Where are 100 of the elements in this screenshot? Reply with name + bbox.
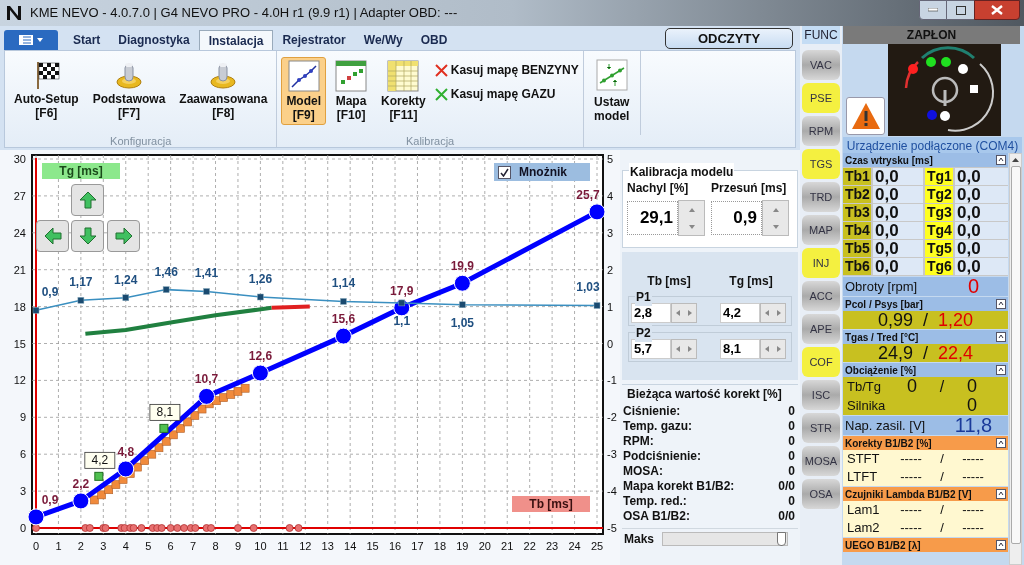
function-button[interactable]: INJ (802, 248, 840, 278)
section-header[interactable]: Pcol / Psys [bar] (843, 297, 1008, 311)
warning-button[interactable] (846, 97, 885, 135)
tick-label: 30 (13, 153, 26, 165)
arrow-down-button[interactable] (71, 220, 104, 252)
function-button[interactable]: ACC (802, 281, 840, 311)
number-field[interactable]: 0,9 (711, 201, 762, 235)
collapse-icon (996, 489, 1006, 499)
ribbon-tab[interactable]: Rejestrator (273, 30, 355, 50)
ribbon-button[interactable]: Podstawowa [F7] (87, 57, 171, 123)
section-header[interactable]: Obciążenie [%] (843, 363, 1008, 377)
spin-buttons[interactable] (760, 303, 786, 323)
data-label: 1,14 (331, 276, 356, 291)
reading-label: Nap. zasil. [V] (845, 416, 927, 435)
load-label: Tb/Tg (847, 377, 882, 396)
set-model-button[interactable]: Ustaw model (589, 59, 634, 123)
correction-value: 0 (788, 417, 796, 435)
delete-map-button[interactable]: Kasuj mapę GAZU (434, 85, 579, 103)
arrow-up-button[interactable] (71, 184, 104, 216)
minimize-icon (928, 8, 938, 12)
function-button[interactable]: COF (802, 347, 840, 377)
reading-value: ----- (961, 450, 985, 469)
section-header[interactable]: Korekty B1/B2 [%] (843, 436, 1008, 450)
multiplier-point (398, 299, 405, 307)
data-label: 1,05 (450, 315, 475, 330)
sample-point (140, 456, 149, 465)
right-arrow-icon (688, 310, 692, 316)
injector-value: 0,0 (955, 186, 1008, 203)
ribbon-button[interactable]: Korekty [F11] (376, 57, 431, 125)
tick-label: 3 (100, 540, 107, 552)
section-header[interactable]: Czujniki Lambda B1/B2 [V] (843, 487, 1008, 501)
spin-buttons[interactable] (760, 339, 786, 359)
maximize-button[interactable] (947, 0, 974, 20)
spin-buttons[interactable] (762, 200, 789, 236)
section-header[interactable]: Czas wtrysku [ms] (843, 153, 1008, 167)
function-button[interactable]: TRD (802, 182, 840, 212)
section-header[interactable]: Tgas / Tred [°C] (843, 330, 1008, 344)
spin-buttons[interactable] (678, 200, 705, 236)
ribbon-button[interactable]: Mapa [F10] (330, 57, 373, 125)
spin-buttons[interactable] (671, 303, 697, 323)
correction-label: Mapa korekt B1/B2: (623, 477, 735, 495)
correction-label: Temp. red.: (623, 493, 687, 510)
readings-button[interactable]: ODCZYTY (665, 28, 793, 49)
spin-buttons[interactable] (671, 339, 697, 359)
value-field[interactable]: 4,2 (720, 303, 760, 323)
collapse-icon (996, 155, 1006, 165)
function-button[interactable]: APE (802, 314, 840, 344)
collapse-icon (996, 438, 1006, 448)
function-button[interactable]: TGS (802, 149, 840, 179)
slider-thumb[interactable] (777, 531, 787, 546)
scrollbar[interactable] (1009, 153, 1022, 565)
multiplier-checkbox[interactable] (498, 165, 511, 179)
tick-label: 2 (607, 263, 614, 276)
ribbon-button[interactable]: Zaawansowana [F8] (174, 57, 273, 123)
section-header[interactable]: UEGO B1/B2 [λ] (843, 538, 1008, 552)
ribbon-button[interactable]: Model [F9] (281, 57, 327, 125)
ribbon-tab[interactable]: Diagnostyka (109, 30, 199, 50)
number-field[interactable]: 29,1 (627, 201, 678, 235)
delete-map-button[interactable]: Kasuj mapę BENZYNY (434, 61, 579, 79)
sample-point (104, 485, 113, 495)
function-button[interactable]: PSE (802, 83, 840, 113)
model-point (251, 364, 269, 382)
close-button[interactable] (974, 0, 1020, 20)
checkbox-label: Mnożnik (519, 164, 567, 181)
data-label: 12,6 (248, 349, 273, 363)
function-button[interactable]: OSA (802, 479, 840, 509)
tick-label: 23 (546, 540, 559, 552)
correction-label: Ciśnienie: (623, 402, 681, 420)
multiplier-point (162, 286, 170, 293)
value-field[interactable]: 2,8 (631, 303, 671, 323)
function-button[interactable]: MAP (802, 215, 840, 245)
function-button[interactable]: VAC (802, 50, 840, 80)
injector-label: Tb4 (843, 222, 871, 239)
ribbon-tab[interactable]: We/Wy (354, 30, 412, 50)
close-icon (991, 5, 1003, 15)
arrow-left-button[interactable] (36, 220, 69, 252)
axis-title: Tb [ms] (512, 496, 590, 512)
value-field[interactable]: 8,1 (720, 339, 760, 359)
tick-label: 12 (299, 540, 312, 552)
function-button[interactable]: STR (802, 413, 840, 443)
reading-value: 11,8 (954, 416, 993, 435)
arrow-right-button[interactable] (107, 220, 140, 252)
injector-value: 0,0 (955, 258, 1008, 275)
ribbon-tab[interactable]: Start (64, 30, 110, 50)
app-menu-button[interactable] (4, 30, 58, 50)
ribbon-tab[interactable]: OBD (411, 30, 457, 50)
function-button[interactable]: MOSA (802, 446, 840, 476)
function-button[interactable]: ISC (802, 380, 840, 410)
group-label: Kalibracja (404, 134, 456, 147)
tick-label: 11 (277, 540, 289, 552)
sample-point (233, 387, 243, 396)
ribbon-tab[interactable]: Instalacja (198, 30, 274, 50)
ribbon-button[interactable]: Auto-Setup [F6] (9, 57, 84, 123)
data-label: 1,17 (69, 275, 93, 290)
value-field[interactable]: 5,7 (631, 339, 671, 359)
panel-tab[interactable]: FUNC (802, 26, 840, 44)
injector-label: Tb3 (843, 204, 871, 221)
tick-label: 12 (13, 374, 26, 387)
function-button[interactable]: RPM (802, 116, 840, 146)
minimize-button[interactable] (919, 0, 947, 20)
